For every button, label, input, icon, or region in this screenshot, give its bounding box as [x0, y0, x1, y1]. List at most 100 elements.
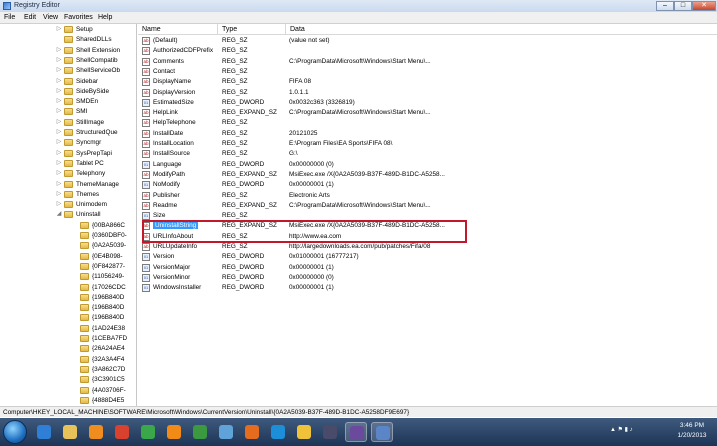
expand-arrow-icon[interactable]: [72, 253, 78, 259]
tree-item[interactable]: ◢ Uninstall: [0, 210, 136, 220]
values-list[interactable]: Name Type Data ab (Default) REG_SZ (value n…: [138, 24, 717, 406]
dark-app-icon[interactable]: [319, 422, 341, 442]
green-app-icon[interactable]: [137, 422, 159, 442]
tree-item[interactable]: ▷ SysPrepTapi: [0, 149, 136, 159]
tree-item[interactable]: ▷ Telephony: [0, 169, 136, 179]
tree-item[interactable]: ▷ Tablet PC: [0, 159, 136, 169]
menu-file[interactable]: File: [4, 13, 15, 22]
expand-arrow-icon[interactable]: ▷: [56, 160, 62, 166]
expand-arrow-icon[interactable]: ▷: [56, 150, 62, 156]
expand-arrow-icon[interactable]: ▷: [56, 47, 62, 53]
menu-help[interactable]: Help: [98, 13, 112, 22]
registry-value-row[interactable]: ab Contact REG_SZ: [138, 67, 717, 77]
tree-item[interactable]: {32A3A4F4: [0, 355, 136, 365]
expand-arrow-icon[interactable]: ▷: [56, 139, 62, 145]
tree-item[interactable]: ▷ SideBySide: [0, 87, 136, 97]
tree-item[interactable]: ▷ SMDEn: [0, 97, 136, 107]
expand-arrow-icon[interactable]: [72, 366, 78, 372]
tree-item[interactable]: {17026CDC: [0, 283, 136, 293]
tree-item[interactable]: {26A24AE4: [0, 344, 136, 354]
expand-arrow-icon[interactable]: [72, 356, 78, 362]
registry-value-row[interactable]: ab ModifyPath REG_EXPAND_SZ MsiExec.exe /X{…: [138, 170, 717, 180]
tree-item[interactable]: {1CEBA7FD: [0, 334, 136, 344]
tree-item[interactable]: {11056249-: [0, 272, 136, 282]
clock[interactable]: 3:46 PM 1/20/2013: [670, 421, 714, 441]
tree-item[interactable]: ▷ StillImage: [0, 118, 136, 128]
registry-value-row[interactable]: ab InstallSource REG_SZ G:\: [138, 149, 717, 159]
tree-item[interactable]: ▷ StructuredQue: [0, 128, 136, 138]
expand-arrow-icon[interactable]: ▷: [56, 170, 62, 176]
firefox-icon[interactable]: [241, 422, 263, 442]
expand-arrow-icon[interactable]: [72, 273, 78, 279]
visual-studio-icon[interactable]: [345, 422, 367, 442]
regedit-icon[interactable]: [371, 422, 393, 442]
tree-item[interactable]: {00BA866C: [0, 221, 136, 231]
registry-value-row[interactable]: ab URLUpdateInfo REG_SZ http://largedownloa…: [138, 242, 717, 252]
registry-value-row[interactable]: ab InstallLocation REG_SZ E:\Program Files\…: [138, 139, 717, 149]
media-player-icon[interactable]: [85, 422, 107, 442]
paint-icon[interactable]: [215, 422, 237, 442]
tree-item[interactable]: ▷ ShellServiceOb: [0, 66, 136, 76]
expand-arrow-icon[interactable]: ▷: [56, 201, 62, 207]
tree-item[interactable]: {1AD24E38: [0, 324, 136, 334]
tree-item[interactable]: {3A862C7D: [0, 365, 136, 375]
menu-edit[interactable]: Edit: [24, 13, 36, 22]
registry-value-row[interactable]: ab Publisher REG_SZ Electronic Arts: [138, 191, 717, 201]
expand-arrow-icon[interactable]: ◢: [56, 211, 62, 217]
skype-icon[interactable]: [267, 422, 289, 442]
expand-arrow-icon[interactable]: ▷: [56, 67, 62, 73]
registry-value-row[interactable]: 01 WindowsInstaller REG_DWORD 0x00000001 (1…: [138, 283, 717, 293]
expand-arrow-icon[interactable]: [72, 263, 78, 269]
expand-arrow-icon[interactable]: [72, 304, 78, 310]
expand-arrow-icon[interactable]: [72, 397, 78, 403]
tree-item[interactable]: {4888D4E5: [0, 396, 136, 406]
tree-item[interactable]: {196B840D: [0, 293, 136, 303]
tree-item[interactable]: SharedDLLs: [0, 35, 136, 45]
vlc-icon[interactable]: [163, 422, 185, 442]
registry-value-row[interactable]: 01 EstimatedSize REG_DWORD 0x0032c363 (3326…: [138, 98, 717, 108]
expand-arrow-icon[interactable]: [72, 222, 78, 228]
explorer-icon[interactable]: [59, 422, 81, 442]
expand-arrow-icon[interactable]: ▷: [56, 88, 62, 94]
expand-arrow-icon[interactable]: [72, 387, 78, 393]
tree-item[interactable]: ▷ Shell Extension: [0, 46, 136, 56]
expand-arrow-icon[interactable]: [72, 242, 78, 248]
expand-arrow-icon[interactable]: [72, 335, 78, 341]
registry-value-row[interactable]: ab HelpLink REG_EXPAND_SZ C:\ProgramData\Mi…: [138, 108, 717, 118]
expand-arrow-icon[interactable]: [72, 325, 78, 331]
chrome-icon-2[interactable]: [189, 422, 211, 442]
expand-arrow-icon[interactable]: ▷: [56, 129, 62, 135]
registry-tree[interactable]: ◀ ▶ ▷SetupSharedDLLs▷Shell Extension▷She…: [0, 24, 137, 406]
tree-item[interactable]: ▷ ShellCompatib: [0, 56, 136, 66]
expand-arrow-icon[interactable]: [72, 284, 78, 290]
tree-item[interactable]: ▷ Syncmgr: [0, 138, 136, 148]
registry-value-row[interactable]: ab Readme REG_EXPAND_SZ C:\ProgramData\Micr…: [138, 201, 717, 211]
registry-value-row[interactable]: ab InstallDate REG_SZ 20121025: [138, 129, 717, 139]
expand-arrow-icon[interactable]: ▷: [56, 57, 62, 63]
expand-arrow-icon[interactable]: [72, 232, 78, 238]
column-header-data[interactable]: Data: [286, 24, 717, 35]
expand-arrow-icon[interactable]: ▷: [56, 78, 62, 84]
expand-arrow-icon[interactable]: ▷: [56, 181, 62, 187]
expand-arrow-icon[interactable]: [72, 345, 78, 351]
registry-value-row[interactable]: ab DisplayVersion REG_SZ 1.0.1.1: [138, 88, 717, 98]
tree-item[interactable]: ▷ Sidebar: [0, 77, 136, 87]
tree-item[interactable]: ▷ Setup: [0, 25, 136, 35]
start-button[interactable]: [3, 420, 27, 444]
expand-arrow-icon[interactable]: [72, 376, 78, 382]
registry-value-row[interactable]: 01 NoModify REG_DWORD 0x00000001 (1): [138, 180, 717, 190]
expand-arrow-icon[interactable]: ▷: [56, 108, 62, 114]
registry-value-row[interactable]: ab Comments REG_SZ C:\ProgramData\Microsoft…: [138, 57, 717, 67]
menu-view[interactable]: View: [43, 13, 58, 22]
registry-value-row[interactable]: 01 Language REG_DWORD 0x00000000 (0): [138, 160, 717, 170]
column-header-name[interactable]: Name: [138, 24, 218, 35]
tree-item[interactable]: {4A03706F-: [0, 386, 136, 396]
menu-favorites[interactable]: Favorites: [64, 13, 93, 22]
system-tray[interactable]: ▲ ⚑ ▮ ♪: [610, 426, 633, 433]
close-button[interactable]: ✕: [692, 1, 716, 11]
expand-arrow-icon[interactable]: ▷: [56, 119, 62, 125]
registry-value-row[interactable]: 01 VersionMajor REG_DWORD 0x00000001 (1): [138, 263, 717, 273]
maximize-button[interactable]: □: [674, 1, 692, 11]
talk-icon[interactable]: [293, 422, 315, 442]
registry-value-row[interactable]: 01 Version REG_DWORD 0x01000001 (16777217): [138, 252, 717, 262]
